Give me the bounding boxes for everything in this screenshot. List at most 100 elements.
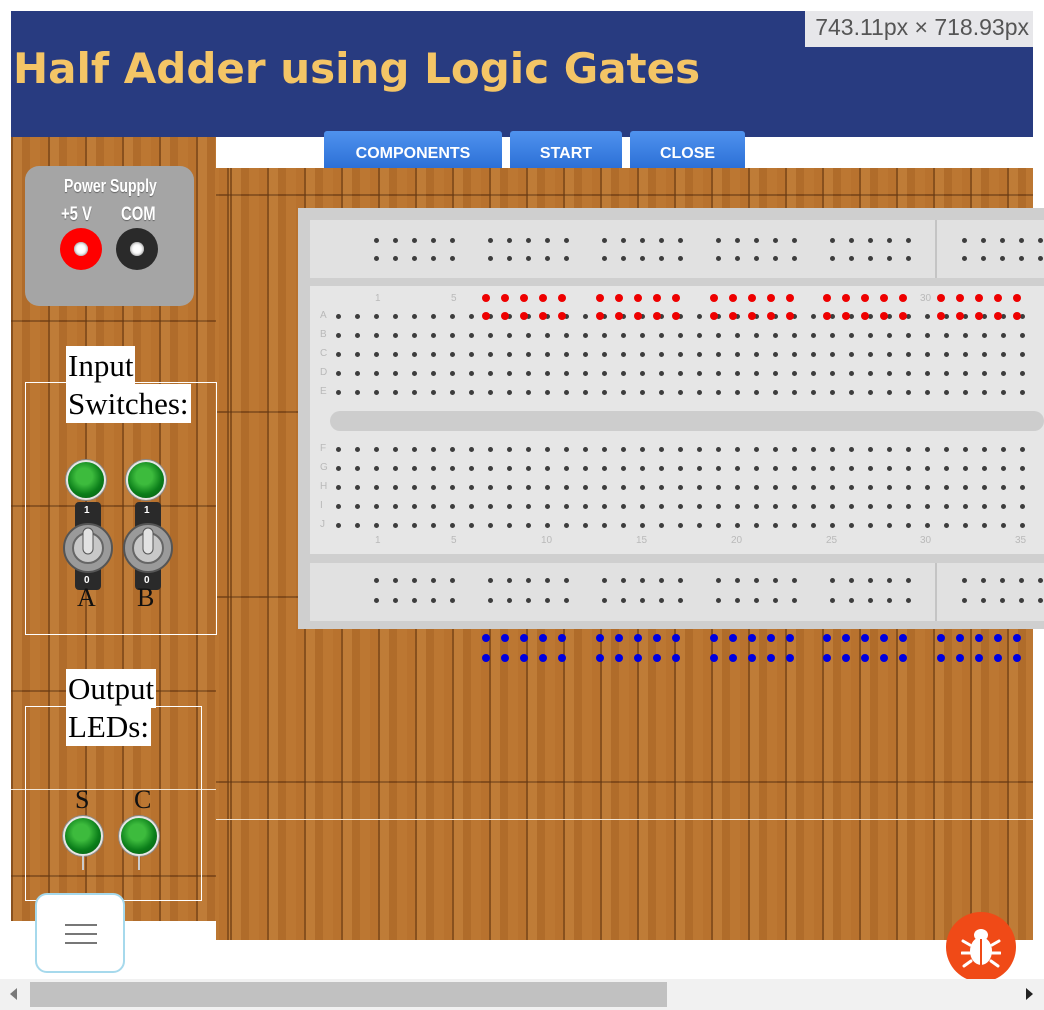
breadboard-hole[interactable]	[602, 352, 607, 357]
blue-rail-marker[interactable]	[899, 654, 907, 662]
breadboard-hole[interactable]	[944, 371, 949, 376]
breadboard-hole[interactable]	[412, 598, 417, 603]
breadboard-hole[interactable]	[792, 466, 797, 471]
breadboard-hole[interactable]	[887, 371, 892, 376]
breadboard-hole[interactable]	[830, 485, 835, 490]
breadboard-hole[interactable]	[431, 523, 436, 528]
breadboard-hole[interactable]	[564, 598, 569, 603]
breadboard-hole[interactable]	[1001, 504, 1006, 509]
red-rail-marker[interactable]	[842, 294, 850, 302]
breadboard-hole[interactable]	[754, 466, 759, 471]
blue-rail-marker[interactable]	[861, 634, 869, 642]
breadboard-hole[interactable]	[640, 390, 645, 395]
breadboard-hole[interactable]	[526, 504, 531, 509]
breadboard-hole[interactable]	[906, 333, 911, 338]
breadboard-hole[interactable]	[393, 598, 398, 603]
breadboard-hole[interactable]	[469, 485, 474, 490]
blue-rail-marker[interactable]	[501, 654, 509, 662]
breadboard-hole[interactable]	[545, 238, 550, 243]
breadboard-hole[interactable]	[640, 523, 645, 528]
breadboard-hole[interactable]	[678, 390, 683, 395]
breadboard-hole[interactable]	[488, 238, 493, 243]
breadboard-hole[interactable]	[659, 371, 664, 376]
breadboard-hole[interactable]	[982, 371, 987, 376]
breadboard-hole[interactable]	[640, 256, 645, 261]
breadboard-hole[interactable]	[716, 390, 721, 395]
breadboard-hole[interactable]	[754, 504, 759, 509]
breadboard-hole[interactable]	[488, 352, 493, 357]
breadboard-hole[interactable]	[564, 523, 569, 528]
blue-rail-marker[interactable]	[672, 634, 680, 642]
breadboard-hole[interactable]	[830, 466, 835, 471]
breadboard-hole[interactable]	[488, 447, 493, 452]
breadboard-hole[interactable]	[412, 333, 417, 338]
breadboard-hole[interactable]	[735, 371, 740, 376]
breadboard-hole[interactable]	[906, 371, 911, 376]
breadboard-hole[interactable]	[640, 485, 645, 490]
breadboard-hole[interactable]	[906, 256, 911, 261]
breadboard-hole[interactable]	[336, 466, 341, 471]
blue-rail-marker[interactable]	[539, 634, 547, 642]
breadboard-hole[interactable]	[469, 390, 474, 395]
breadboard-hole[interactable]	[355, 333, 360, 338]
breadboard-hole[interactable]	[735, 466, 740, 471]
breadboard-hole[interactable]	[678, 256, 683, 261]
breadboard-hole[interactable]	[336, 352, 341, 357]
breadboard-hole[interactable]	[583, 447, 588, 452]
red-rail-marker[interactable]	[880, 312, 888, 320]
breadboard-hole[interactable]	[830, 352, 835, 357]
breadboard-hole[interactable]	[906, 598, 911, 603]
breadboard-hole[interactable]	[1020, 523, 1025, 528]
blue-rail-marker[interactable]	[710, 634, 718, 642]
breadboard-hole[interactable]	[450, 371, 455, 376]
breadboard-hole[interactable]	[412, 371, 417, 376]
breadboard-hole[interactable]	[640, 466, 645, 471]
breadboard-hole[interactable]	[1038, 256, 1043, 261]
breadboard-hole[interactable]	[811, 314, 816, 319]
scrollbar-thumb[interactable]	[30, 982, 667, 1007]
breadboard-hole[interactable]	[393, 256, 398, 261]
breadboard-hole[interactable]	[393, 333, 398, 338]
breadboard-hole[interactable]	[735, 256, 740, 261]
breadboard-hole[interactable]	[1019, 578, 1024, 583]
breadboard-hole[interactable]	[355, 371, 360, 376]
red-rail-marker[interactable]	[842, 312, 850, 320]
breadboard-hole[interactable]	[773, 523, 778, 528]
breadboard-hole[interactable]	[393, 504, 398, 509]
red-rail-marker[interactable]	[615, 312, 623, 320]
breadboard-hole[interactable]	[982, 466, 987, 471]
breadboard-hole[interactable]	[488, 504, 493, 509]
breadboard-hole[interactable]	[735, 485, 740, 490]
breadboard-hole[interactable]	[1000, 578, 1005, 583]
breadboard-hole[interactable]	[868, 485, 873, 490]
breadboard-hole[interactable]	[811, 371, 816, 376]
breadboard-hole[interactable]	[868, 598, 873, 603]
breadboard-hole[interactable]	[393, 447, 398, 452]
breadboard-hole[interactable]	[545, 333, 550, 338]
breadboard-hole[interactable]	[754, 578, 759, 583]
breadboard-hole[interactable]	[659, 256, 664, 261]
breadboard-hole[interactable]	[659, 598, 664, 603]
breadboard-hole[interactable]	[545, 390, 550, 395]
breadboard-hole[interactable]	[507, 485, 512, 490]
breadboard-hole[interactable]	[1001, 523, 1006, 528]
breadboard-hole[interactable]	[659, 390, 664, 395]
breadboard-hole[interactable]	[431, 238, 436, 243]
breadboard-hole[interactable]	[640, 598, 645, 603]
breadboard-hole[interactable]	[906, 352, 911, 357]
red-rail-marker[interactable]	[767, 294, 775, 302]
breadboard-hole[interactable]	[431, 256, 436, 261]
breadboard-hole[interactable]	[469, 504, 474, 509]
breadboard-hole[interactable]	[545, 598, 550, 603]
breadboard-hole[interactable]	[431, 466, 436, 471]
breadboard-hole[interactable]	[526, 598, 531, 603]
red-rail-marker[interactable]	[899, 312, 907, 320]
red-rail-marker[interactable]	[975, 312, 983, 320]
breadboard-hole[interactable]	[393, 238, 398, 243]
blue-rail-marker[interactable]	[748, 654, 756, 662]
breadboard-hole[interactable]	[754, 390, 759, 395]
breadboard-hole[interactable]	[925, 314, 930, 319]
breadboard-hole[interactable]	[925, 352, 930, 357]
breadboard-hole[interactable]	[1001, 485, 1006, 490]
red-rail-marker[interactable]	[937, 312, 945, 320]
